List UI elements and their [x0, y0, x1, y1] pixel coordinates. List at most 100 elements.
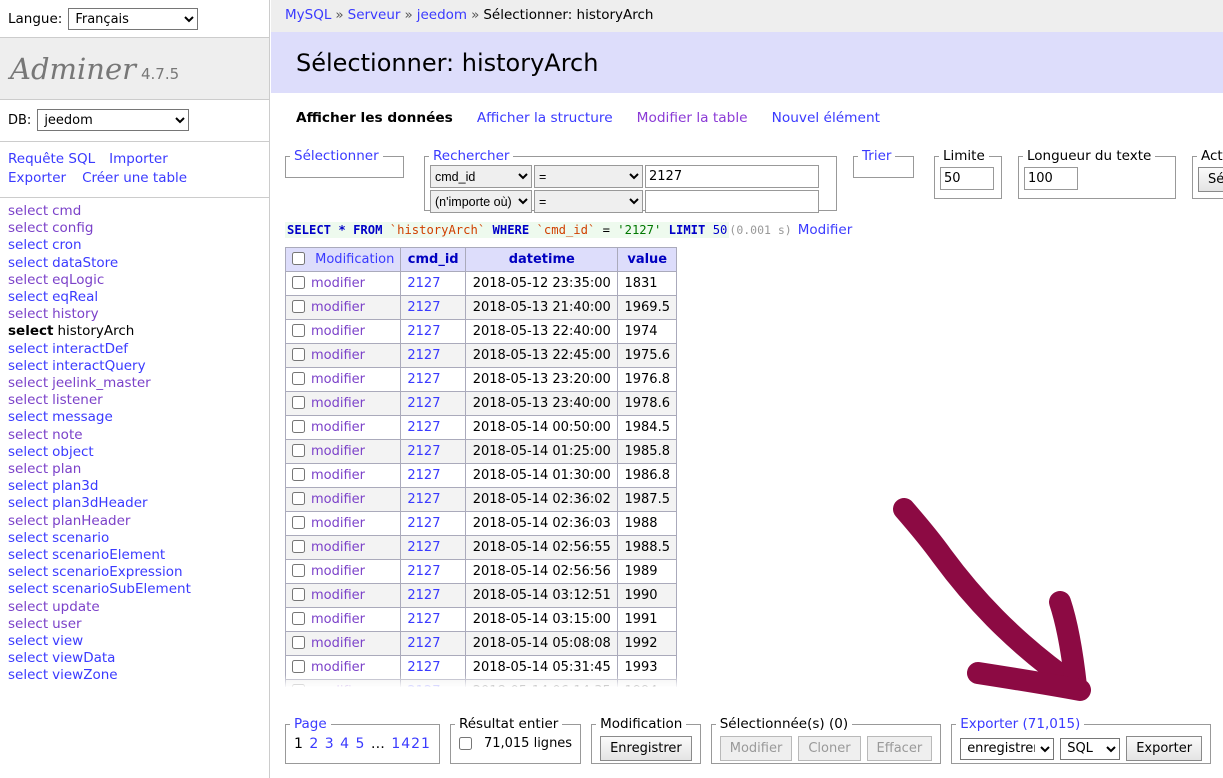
- cmd-id-link[interactable]: 2127: [407, 564, 440, 579]
- table-name-link[interactable]: message: [52, 409, 113, 425]
- sidebar-table-planHeader[interactable]: select planHeader: [8, 513, 269, 530]
- sidebar-table-plan[interactable]: select plan: [8, 461, 269, 478]
- cmd-id-link[interactable]: 2127: [407, 348, 440, 363]
- table-name-link[interactable]: eqReal: [52, 289, 98, 305]
- table-name-link[interactable]: plan3dHeader: [52, 495, 147, 511]
- select-link[interactable]: select: [8, 667, 48, 683]
- save-button[interactable]: Enregistrer: [600, 736, 692, 761]
- table-name-link[interactable]: config: [52, 220, 93, 236]
- row-checkbox[interactable]: [292, 300, 305, 313]
- export-legend[interactable]: Exporter (71,015): [956, 716, 1084, 732]
- select-link[interactable]: select: [8, 599, 48, 615]
- row-checkbox[interactable]: [292, 468, 305, 481]
- edit-row-link[interactable]: modifier: [311, 564, 365, 579]
- export-button[interactable]: Exporter: [1126, 736, 1203, 761]
- sidebar-table-scenarioElement[interactable]: select scenarioElement: [8, 547, 269, 564]
- row-checkbox[interactable]: [292, 660, 305, 673]
- edit-row-link[interactable]: modifier: [311, 372, 365, 387]
- pagination-page-2[interactable]: 2: [309, 736, 319, 752]
- sidebar-table-plan3dHeader[interactable]: select plan3dHeader: [8, 495, 269, 512]
- edit-row-link[interactable]: modifier: [311, 636, 365, 651]
- table-name-link[interactable]: viewZone: [52, 667, 117, 683]
- cmd-id-link[interactable]: 2127: [407, 372, 440, 387]
- row-checkbox[interactable]: [292, 588, 305, 601]
- table-name-link[interactable]: cmd: [52, 203, 81, 219]
- cmd-id-link[interactable]: 2127: [407, 468, 440, 483]
- export-output-select[interactable]: enregistrer: [960, 737, 1055, 760]
- edit-row-link[interactable]: modifier: [311, 324, 365, 339]
- edit-selected-button[interactable]: Modifier: [719, 736, 793, 761]
- table-name-link[interactable]: interactDef: [52, 341, 128, 357]
- select-link[interactable]: select: [8, 461, 48, 477]
- search-column-select-0[interactable]: cmd_id: [430, 165, 532, 188]
- table-name-link[interactable]: interactQuery: [52, 358, 145, 374]
- search-value-input-0[interactable]: [645, 165, 819, 188]
- header-value[interactable]: value: [617, 247, 677, 272]
- pagination-page-3[interactable]: 3: [325, 736, 335, 752]
- row-checkbox[interactable]: [292, 540, 305, 553]
- row-checkbox[interactable]: [292, 396, 305, 409]
- select-link[interactable]: select: [8, 358, 48, 374]
- select-link[interactable]: select: [8, 478, 48, 494]
- table-name-link[interactable]: jeelink_master: [52, 375, 151, 391]
- table-name-link[interactable]: listener: [52, 392, 103, 408]
- select-link[interactable]: select: [8, 306, 48, 322]
- sidebar-table-scenarioExpression[interactable]: select scenarioExpression: [8, 564, 269, 581]
- select-link[interactable]: select: [8, 513, 48, 529]
- table-name-link[interactable]: plan: [52, 461, 81, 477]
- table-name-link[interactable]: update: [52, 599, 100, 615]
- breadcrumb-database[interactable]: jeedom: [417, 7, 467, 23]
- cmd-id-link[interactable]: 2127: [407, 636, 440, 651]
- row-checkbox[interactable]: [292, 444, 305, 457]
- text-length-input[interactable]: [1024, 167, 1078, 190]
- sidebar-table-message[interactable]: select message: [8, 409, 269, 426]
- select-link[interactable]: select: [8, 495, 48, 511]
- edit-row-link[interactable]: modifier: [311, 660, 365, 675]
- edit-row-link[interactable]: modifier: [311, 396, 365, 411]
- edit-row-link[interactable]: modifier: [311, 588, 365, 603]
- select-link[interactable]: select: [8, 633, 48, 649]
- row-checkbox[interactable]: [292, 612, 305, 625]
- select-link[interactable]: select: [8, 409, 48, 425]
- sidebar-table-viewZone[interactable]: select viewZone: [8, 667, 269, 684]
- table-name-link[interactable]: note: [52, 427, 82, 443]
- clone-selected-button[interactable]: Cloner: [798, 736, 861, 761]
- row-checkbox[interactable]: [292, 420, 305, 433]
- pagination-page-4[interactable]: 4: [340, 736, 350, 752]
- tab-afficher-la-structure[interactable]: Afficher la structure: [477, 110, 613, 126]
- db-select[interactable]: jeedom: [37, 109, 190, 131]
- sidebar-table-listener[interactable]: select listener: [8, 392, 269, 409]
- table-name-link[interactable]: viewData: [52, 650, 115, 666]
- edit-row-link[interactable]: modifier: [311, 612, 365, 627]
- sidebar-table-viewData[interactable]: select viewData: [8, 650, 269, 667]
- cmd-id-link[interactable]: 2127: [407, 492, 440, 507]
- select-link[interactable]: select: [8, 237, 48, 253]
- table-name-link[interactable]: scenario: [52, 530, 109, 546]
- table-name-link[interactable]: object: [52, 444, 94, 460]
- cmd-id-link[interactable]: 2127: [407, 324, 440, 339]
- tab-nouvel-l-ment[interactable]: Nouvel élément: [772, 110, 880, 126]
- search-operator-select-0[interactable]: =: [534, 165, 643, 188]
- select-submit-button[interactable]: Sélectionner: [1198, 167, 1223, 192]
- sidebar-table-user[interactable]: select user: [8, 616, 269, 633]
- select-link[interactable]: select: [8, 547, 48, 563]
- select-link[interactable]: select: [8, 323, 53, 339]
- sidebar-table-scenarioSubElement[interactable]: select scenarioSubElement: [8, 581, 269, 598]
- search-value-input-1[interactable]: [645, 190, 819, 213]
- pagination-page-5[interactable]: 5: [356, 736, 366, 752]
- select-link[interactable]: select: [8, 616, 48, 632]
- row-checkbox[interactable]: [292, 516, 305, 529]
- export-link[interactable]: Exporter: [8, 170, 66, 186]
- header-datetime[interactable]: datetime: [465, 247, 619, 272]
- select-legend[interactable]: Sélectionner: [290, 148, 383, 164]
- select-link[interactable]: select: [8, 203, 48, 219]
- breadcrumb-server[interactable]: Serveur: [348, 7, 401, 23]
- edit-row-link[interactable]: modifier: [311, 300, 365, 315]
- edit-row-link[interactable]: modifier: [311, 276, 365, 291]
- search-legend[interactable]: Rechercher: [429, 148, 513, 164]
- sidebar-table-interactDef[interactable]: select interactDef: [8, 341, 269, 358]
- edit-row-link[interactable]: modifier: [311, 516, 365, 531]
- row-checkbox[interactable]: [292, 372, 305, 385]
- select-link[interactable]: select: [8, 272, 48, 288]
- sql-query-link[interactable]: Requête SQL: [8, 151, 95, 167]
